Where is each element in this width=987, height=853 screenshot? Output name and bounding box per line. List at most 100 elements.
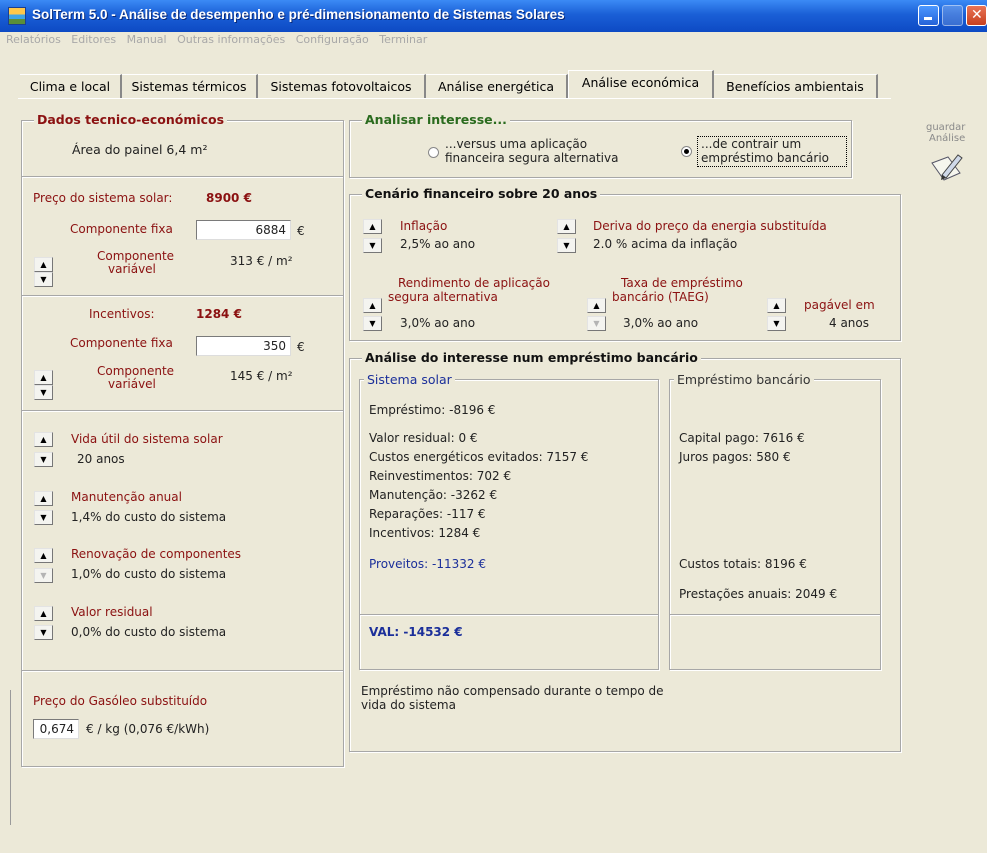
inc-variable-up-button[interactable]: ▲ [34, 370, 53, 385]
payable-value: 4 anos [829, 316, 870, 330]
fixed-component-label: Componente fixa [70, 222, 173, 236]
loan-rate-label-2: bancário (TAEG) [612, 290, 709, 304]
separator [670, 614, 880, 615]
return-value: 3,0% ao ano [400, 316, 476, 330]
euro-unit: € [297, 340, 305, 354]
incentives-label: Incentivos: [89, 307, 155, 321]
menu-terminar[interactable]: Terminar [379, 33, 427, 46]
menu-manual[interactable]: Manual [127, 33, 167, 46]
menu-relatorios[interactable]: Relatórios [6, 33, 61, 46]
life-label: Vida útil do sistema solar [71, 432, 223, 446]
residual-up-button[interactable]: ▲ [34, 606, 53, 621]
opt-alternative-label-1[interactable]: ...versus uma aplicação [445, 137, 587, 151]
loan-rate-up-button[interactable]: ▲ [587, 298, 606, 313]
maintenance-down-button[interactable]: ▼ [34, 510, 53, 525]
payable-up-button[interactable]: ▲ [767, 298, 786, 313]
energy-drift-down-button[interactable]: ▼ [557, 238, 576, 253]
residual-label: Valor residual [71, 605, 153, 619]
annual-installments: Prestações anuais: 2049 € [679, 587, 838, 601]
minimize-button[interactable] [918, 5, 939, 26]
tab-analise-energetica[interactable]: Análise energética [426, 74, 568, 98]
energy-drift-up-button[interactable]: ▲ [557, 219, 576, 234]
tab-clima-local[interactable]: Clima e local [20, 74, 122, 98]
scenario-title: Cenário financeiro sobre 20 anos [362, 186, 601, 201]
renewal-up-button[interactable]: ▲ [34, 548, 53, 563]
menu-bar: Relatórios Editores Manual Outras inform… [6, 33, 434, 51]
opt-bank-loan-radio[interactable] [681, 146, 692, 157]
reinvestments: Reinvestimentos: 702 € [369, 469, 512, 483]
menu-outras-informacoes[interactable]: Outras informações [177, 33, 285, 46]
conclusion-line-2: vida do sistema [361, 698, 456, 712]
loan-rate-down-button: ▼ [587, 316, 606, 331]
fuel-price-unit: € / kg (0,076 €/kWh) [86, 722, 210, 736]
maintenance-up-button[interactable]: ▲ [34, 491, 53, 506]
energy-drift-value: 2.0 % acima da inflação [593, 237, 738, 251]
loan-rate-value: 3,0% ao ano [623, 316, 699, 330]
inc-fixed-input[interactable]: 350 [196, 336, 291, 356]
opt-bank-loan-label-2[interactable]: empréstimo bancário [701, 151, 829, 165]
tab-analise-economica[interactable]: Análise económica [568, 70, 714, 98]
renewal-label: Renovação de componentes [71, 547, 242, 561]
save-analysis-icon[interactable] [930, 153, 964, 183]
maintenance-amount: Manutenção: -3262 € [369, 488, 498, 502]
separator [22, 176, 343, 177]
return-up-button[interactable]: ▲ [363, 298, 382, 313]
euro-unit: € [297, 224, 305, 238]
variable-down-button[interactable]: ▼ [34, 272, 53, 287]
return-label-2: segura alternativa [388, 290, 498, 304]
opt-alternative-label-2[interactable]: financeira segura alternativa [445, 151, 618, 165]
renewal-down-button: ▼ [34, 568, 53, 583]
fixed-component-input[interactable]: 6884 [196, 220, 291, 240]
tab-sistemas-fotovoltaicos[interactable]: Sistemas fotovoltaicos [258, 74, 426, 98]
variable-label-1: Componente [97, 249, 175, 263]
bank-loan-box: Empréstimo bancário [669, 372, 881, 670]
inflation-value: 2,5% ao ano [400, 237, 476, 251]
inflation-up-button[interactable]: ▲ [363, 219, 382, 234]
payable-label: pagável em [804, 298, 875, 312]
return-label-1: Rendimento de aplicação [398, 276, 550, 290]
menu-configuracao[interactable]: Configuração [296, 33, 369, 46]
window-title: SolTerm 5.0 - Análise de desempenho e pr… [32, 7, 565, 22]
interest-title: Analisar interesse... [362, 112, 510, 127]
separator [22, 670, 343, 671]
fuel-price-input[interactable]: 0,674 [33, 719, 79, 739]
residual-amount: Valor residual: 0 € [369, 431, 478, 445]
fuel-price-label: Preço do Gasóleo substituído [33, 694, 208, 708]
conclusion-line-1: Empréstimo não compensado durante o temp… [361, 684, 664, 698]
variable-up-button[interactable]: ▲ [34, 257, 53, 272]
maximize-button [942, 5, 963, 26]
save-analysis-label-2: Análise [929, 133, 966, 144]
total-costs: Custos totais: 8196 € [679, 557, 807, 571]
tab-sistemas-termicos[interactable]: Sistemas térmicos [122, 74, 258, 98]
loan-analysis-title: Análise do interesse num empréstimo banc… [362, 350, 701, 365]
life-value: 20 anos [77, 452, 125, 466]
avoided-costs: Custos energéticos evitados: 7157 € [369, 450, 589, 464]
residual-down-button[interactable]: ▼ [34, 625, 53, 640]
opt-bank-loan-label-1[interactable]: ...de contrair um [701, 137, 801, 151]
life-down-button[interactable]: ▼ [34, 452, 53, 467]
left-edge-line [10, 690, 11, 825]
incentives-value: 1284 € [196, 307, 242, 321]
life-up-button[interactable]: ▲ [34, 432, 53, 447]
menu-editores[interactable]: Editores [71, 33, 116, 46]
profits-amount: Proveitos: -11332 € [369, 557, 486, 571]
panel-area: Área do painel 6,4 m² [72, 142, 208, 157]
opt-alternative-radio[interactable] [428, 147, 439, 158]
inc-variable-down-button[interactable]: ▼ [34, 385, 53, 400]
app-icon [8, 7, 26, 25]
price-label: Preço do sistema solar: [33, 191, 173, 205]
incentives-amount: Incentivos: 1284 € [369, 526, 481, 540]
inc-fixed-label: Componente fixa [70, 336, 173, 350]
loan-rate-label-1: Taxa de empréstimo [621, 276, 743, 290]
energy-drift-label: Deriva do preço da energia substituída [593, 219, 827, 233]
separator [22, 295, 343, 296]
return-down-button[interactable]: ▼ [363, 316, 382, 331]
payable-down-button[interactable]: ▼ [767, 316, 786, 331]
tab-beneficios-ambientais[interactable]: Benefícios ambientais [714, 74, 878, 98]
interest-paid: Juros pagos: 580 € [679, 450, 791, 464]
repairs-amount: Reparações: -117 € [369, 507, 486, 521]
tech-economic-title: Dados tecnico-económicos [34, 112, 228, 127]
close-button[interactable] [966, 5, 987, 26]
tab-strip-line [18, 98, 891, 99]
inflation-down-button[interactable]: ▼ [363, 238, 382, 253]
